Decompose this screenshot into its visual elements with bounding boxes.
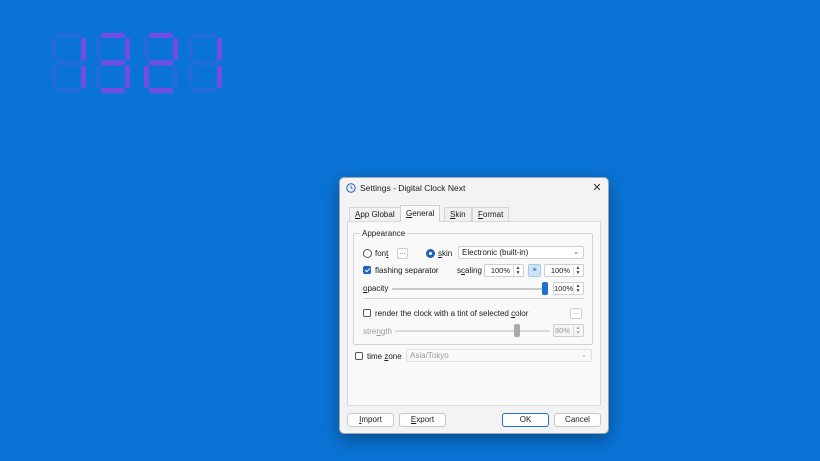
clock-segment <box>149 33 173 38</box>
chevron-down-icon: ⌄ <box>581 352 587 359</box>
settings-dialog: Settings - Digital Clock Next ✕ App Glob… <box>339 177 609 434</box>
opacity-slider-thumb[interactable] <box>542 282 548 295</box>
tint-label: render the clock with a tint of selected… <box>375 309 529 318</box>
font-select-button[interactable]: ... <box>397 248 408 259</box>
scaling-label: scaling <box>457 266 482 275</box>
strength-value: 80% <box>554 326 570 335</box>
lock-scaling-button[interactable]: ≡ <box>528 264 541 277</box>
clock-segment <box>101 88 125 93</box>
skin-value: Electronic (built-in) <box>462 248 529 257</box>
clock-segment <box>96 38 101 61</box>
appearance-group-title: Appearance <box>360 229 408 238</box>
font-label: font <box>375 249 389 258</box>
opacity-slider-track[interactable] <box>392 288 548 290</box>
tint-color-button[interactable]: ... <box>570 308 582 319</box>
clock-segment <box>57 33 81 38</box>
clock-segment <box>193 33 217 38</box>
clock-segment <box>52 38 57 61</box>
spin-arrows-icon[interactable]: ▲ ▼ <box>573 326 582 336</box>
tint-checkbox[interactable] <box>363 309 371 317</box>
digital-clock <box>48 30 223 100</box>
opacity-value: 100% <box>554 284 574 293</box>
scaling-x-spinbox[interactable]: 100% ▲ ▼ <box>484 264 524 277</box>
clock-segment <box>193 88 217 93</box>
clock-segment <box>57 88 81 93</box>
strength-spinbox[interactable]: 80% ▲ ▼ <box>553 324 584 337</box>
clock-segment <box>81 38 86 61</box>
clock-segment <box>81 65 86 88</box>
tab-format[interactable]: Format <box>472 207 510 221</box>
title-bar[interactable]: Settings - Digital Clock Next ✕ <box>340 178 608 198</box>
strength-label: strength <box>363 327 392 336</box>
clock-segment <box>101 33 125 38</box>
font-radio[interactable] <box>363 249 372 258</box>
clock-segment <box>149 60 173 66</box>
skin-dropdown[interactable]: Electronic (built-in) ⌄ <box>458 246 584 259</box>
import-button[interactable]: Import <box>347 413 394 427</box>
clock-segment <box>173 38 178 61</box>
clock-segment <box>188 38 193 61</box>
clock-segment <box>149 88 173 93</box>
time-zone-value: Asia/Tokyo <box>410 351 449 360</box>
skin-label: skin <box>438 249 453 258</box>
spin-arrows-icon[interactable]: ▲ ▼ <box>573 266 582 276</box>
clock-digits <box>52 33 222 93</box>
skin-radio[interactable] <box>426 249 435 258</box>
flashing-separator-label: flashing separator <box>375 266 439 275</box>
clock-segment <box>125 38 130 61</box>
ok-button[interactable]: OK <box>502 413 549 427</box>
clock-segment <box>193 60 217 66</box>
clock-segment <box>217 38 222 61</box>
cancel-button[interactable]: Cancel <box>554 413 601 427</box>
time-zone-checkbox[interactable] <box>355 352 363 360</box>
scaling-x-value: 100% <box>490 266 510 275</box>
export-button[interactable]: Export <box>399 413 446 427</box>
opacity-spinbox[interactable]: 100% ▲ ▼ <box>553 282 584 295</box>
clock-segment <box>144 65 149 88</box>
clock-segment <box>57 60 81 66</box>
chevron-down-icon: ⌄ <box>573 249 579 256</box>
clock-segment <box>173 65 178 88</box>
flashing-separator-checkbox[interactable] <box>363 266 371 274</box>
strength-slider-thumb[interactable] <box>514 324 521 337</box>
scaling-y-value: 100% <box>550 266 570 275</box>
time-zone-dropdown[interactable]: Asia/Tokyo ⌄ <box>406 349 592 362</box>
close-button[interactable]: ✕ <box>590 181 604 195</box>
time-zone-label: time zone <box>367 352 402 361</box>
clock-segment <box>217 65 222 88</box>
tab-skin[interactable]: Skin <box>444 207 472 221</box>
strength-slider-track[interactable] <box>395 330 550 332</box>
clock-segment <box>125 65 130 88</box>
tab-app-global[interactable]: App Global <box>349 207 401 221</box>
clock-segment <box>188 65 193 88</box>
scaling-y-spinbox[interactable]: 100% ▲ ▼ <box>544 264 584 277</box>
clock-segment <box>101 60 125 66</box>
clock-segment <box>52 65 57 88</box>
clock-icon <box>346 183 356 193</box>
opacity-label: opacity <box>363 284 389 293</box>
clock-segment <box>96 65 101 88</box>
spin-arrows-icon[interactable]: ▲ ▼ <box>513 266 522 276</box>
tab-general[interactable]: General <box>400 205 441 222</box>
window-title: Settings - Digital Clock Next <box>360 183 466 193</box>
clock-segment <box>144 38 149 61</box>
divider <box>363 298 584 299</box>
spin-arrows-icon[interactable]: ▲ ▼ <box>573 284 582 294</box>
